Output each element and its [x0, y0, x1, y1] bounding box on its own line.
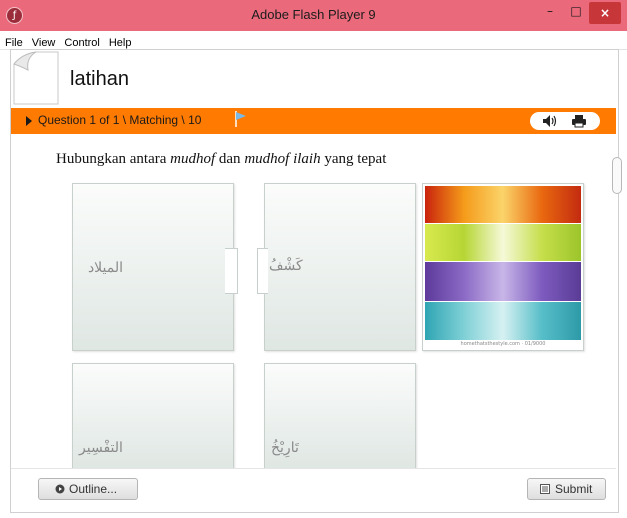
close-button[interactable]: ×: [589, 2, 621, 24]
menu-control[interactable]: Control: [59, 34, 103, 49]
card-label: تَارِيْخُ: [271, 440, 299, 456]
print-icon[interactable]: [571, 114, 587, 128]
match-card-middle-top[interactable]: كَشْفُ: [264, 183, 416, 351]
card-label: التفْسِير: [79, 440, 123, 456]
page-curl-icon: [13, 51, 59, 105]
image-stripe-teal: [425, 302, 581, 340]
menu-help[interactable]: Help: [104, 34, 136, 49]
image-stripe-green: [425, 224, 581, 261]
window-title: Adobe Flash Player 9: [251, 7, 376, 22]
match-card-middle-bottom[interactable]: تَارِيْخُ: [264, 363, 416, 470]
minimize-button[interactable]: –: [537, 0, 563, 24]
menu-view[interactable]: View: [27, 34, 60, 49]
outline-button[interactable]: Outline...: [38, 478, 138, 500]
image-stripe-orange: [425, 186, 581, 223]
question-status: Question 1 of 1 \ Matching \ 10: [38, 113, 202, 127]
image-stripe-purple: [425, 262, 581, 301]
instruction-text: Hubungkan antara mudhof dan mudhof ilaih…: [56, 151, 387, 167]
card-connector-tab: [225, 248, 238, 294]
menu-bar: File View Control Help: [0, 31, 627, 50]
scrollbar-thumb[interactable]: [612, 157, 622, 194]
play-circle-icon: [55, 484, 65, 494]
card-label: الميلاد: [87, 260, 123, 276]
card-label: كَشْفُ: [269, 258, 303, 274]
question-tools: [530, 112, 600, 130]
outline-button-label: Outline...: [69, 482, 118, 496]
speaker-icon[interactable]: [542, 114, 558, 128]
lesson-title: latihan: [70, 68, 129, 90]
document-icon: [540, 484, 550, 494]
match-card-image[interactable]: homethatsthestyle.com · 01/9000: [422, 183, 584, 351]
arrow-right-icon: [26, 116, 32, 126]
submit-button[interactable]: Submit: [527, 478, 606, 500]
match-card-left-top[interactable]: الميلاد: [72, 183, 234, 351]
menu-file[interactable]: File: [0, 34, 27, 49]
image-caption: homethatsthestyle.com · 01/9000: [460, 341, 546, 347]
submit-button-label: Submit: [555, 482, 593, 496]
maximize-button[interactable]: □: [563, 0, 589, 24]
flag-icon[interactable]: [234, 110, 248, 128]
match-card-left-bottom[interactable]: التفْسِير: [72, 363, 234, 470]
card-connector-slot: [257, 248, 268, 294]
